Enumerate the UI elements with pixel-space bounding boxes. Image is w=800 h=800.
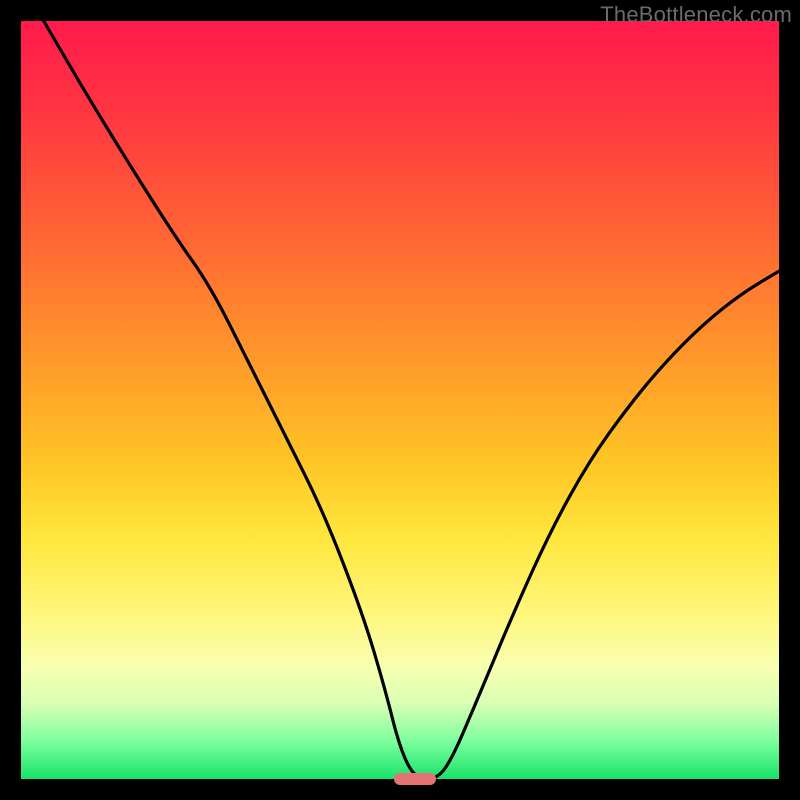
attribution-label: TheBottleneck.com — [600, 2, 792, 28]
optimal-marker — [394, 773, 436, 785]
chart-frame: TheBottleneck.com — [0, 0, 800, 800]
bottleneck-curve-svg — [21, 21, 779, 779]
bottleneck-curve-path — [44, 21, 779, 779]
